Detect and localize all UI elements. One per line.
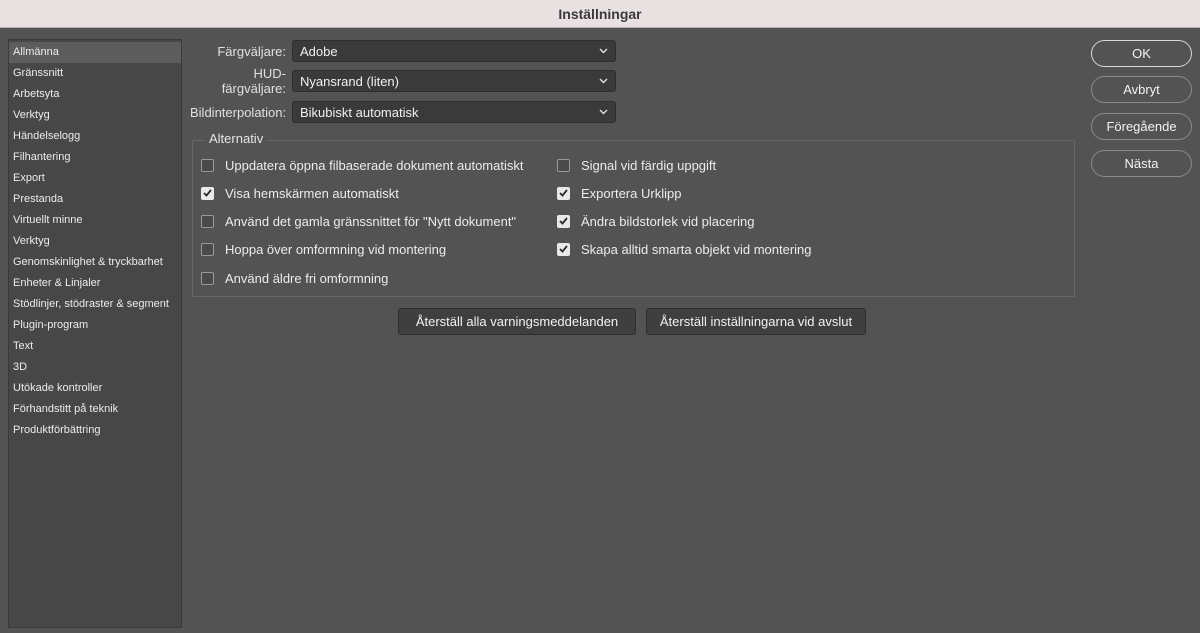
color-picker-select[interactable]: Adobe xyxy=(292,40,616,62)
sidebar-item-type[interactable]: Text xyxy=(9,336,181,357)
sidebar-item-general[interactable]: Allmänna xyxy=(9,42,181,63)
reset-warnings-button[interactable]: Återställ alla varningsmeddelanden xyxy=(398,308,636,335)
checkbox[interactable] xyxy=(201,158,214,172)
sidebar-item-plugins[interactable]: Plugin-program xyxy=(9,315,181,336)
ok-button[interactable]: OK xyxy=(1091,40,1192,67)
title-bar: Inställningar xyxy=(0,0,1200,28)
option-label: Hoppa över omformning vid montering xyxy=(225,241,447,257)
option-label: Ändra bildstorlek vid placering xyxy=(581,213,755,229)
checkbox[interactable] xyxy=(557,186,570,200)
options-legend: Alternativ xyxy=(204,131,269,146)
checkbox[interactable] xyxy=(201,242,214,256)
sidebar-item-technology-previews[interactable]: Förhandstitt på teknik xyxy=(9,399,181,420)
hud-color-picker-value: Nyansrand (liten) xyxy=(300,73,399,89)
option-resize-on-place[interactable]: Ändra bildstorlek vid placering xyxy=(557,212,754,230)
checkmark-icon xyxy=(559,217,568,225)
sidebar-item-enhanced-controls[interactable]: Utökade kontroller xyxy=(9,378,181,399)
sidebar-item-file-handling[interactable]: Filhantering xyxy=(9,147,181,168)
checkbox[interactable] xyxy=(201,214,214,228)
sidebar-item-guides-grid-slices[interactable]: Stödlinjer, stödraster & segment xyxy=(9,294,181,315)
option-label: Visa hemskärmen automatiskt xyxy=(225,185,399,201)
sidebar-item-history-log[interactable]: Händelselogg xyxy=(9,126,181,147)
checkbox[interactable] xyxy=(201,186,214,200)
hud-color-picker-select[interactable]: Nyansrand (liten) xyxy=(292,70,616,92)
sidebar-item-3d[interactable]: 3D xyxy=(9,357,181,378)
hud-color-picker-row: HUD-färgväljare: Nyansrand (liten) xyxy=(190,66,616,96)
option-legacy-new-document[interactable]: Använd det gamla gränssnittet för "Nytt … xyxy=(201,212,516,230)
option-always-smart-objects[interactable]: Skapa alltid smarta objekt vid montering xyxy=(557,240,812,258)
preferences-sidebar: Allmänna Gränssnitt Arbetsyta Verktyg Hä… xyxy=(8,39,182,628)
option-legacy-free-transform[interactable]: Använd äldre fri omformning xyxy=(201,269,388,287)
checkmark-icon xyxy=(559,189,568,197)
checkbox[interactable] xyxy=(557,158,570,172)
sidebar-item-export[interactable]: Export xyxy=(9,168,181,189)
color-picker-label: Färgväljare: xyxy=(217,43,286,59)
option-beep-when-done[interactable]: Signal vid färdig uppgift xyxy=(557,156,716,174)
sidebar-item-transparency-gamut[interactable]: Genomskinlighet & tryckbarhet xyxy=(9,252,181,273)
chevron-down-icon xyxy=(598,46,608,56)
checkbox[interactable] xyxy=(557,242,570,256)
option-label: Exportera Urklipp xyxy=(581,185,682,201)
color-picker-row: Färgväljare: Adobe xyxy=(190,40,616,62)
checkbox[interactable] xyxy=(557,214,570,228)
sidebar-item-performance[interactable]: Prestanda xyxy=(9,189,181,210)
image-interpolation-label: Bildinterpolation: xyxy=(190,104,287,120)
option-label: Signal vid färdig uppgift xyxy=(581,157,717,173)
image-interpolation-row: Bildinterpolation: Bikubiskt automatisk xyxy=(190,101,616,123)
previous-button[interactable]: Föregående xyxy=(1091,113,1192,140)
window-title: Inställningar xyxy=(558,5,642,22)
hud-color-picker-label: HUD-färgväljare: xyxy=(221,66,286,96)
image-interpolation-select[interactable]: Bikubiskt automatisk xyxy=(292,101,616,123)
image-interpolation-value: Bikubiskt automatisk xyxy=(300,104,419,120)
option-skip-transform-on-place[interactable]: Hoppa över omformning vid montering xyxy=(201,240,446,258)
color-picker-value: Adobe xyxy=(300,43,338,59)
chevron-down-icon xyxy=(598,76,608,86)
checkmark-icon xyxy=(559,245,568,253)
sidebar-item-units-rulers[interactable]: Enheter & Linjaler xyxy=(9,273,181,294)
option-auto-update-docs[interactable]: Uppdatera öppna filbaserade dokument aut… xyxy=(201,156,523,174)
sidebar-item-interface[interactable]: Gränssnitt xyxy=(9,63,181,84)
checkmark-icon xyxy=(203,189,212,197)
cancel-button[interactable]: Avbryt xyxy=(1091,76,1192,103)
reset-on-quit-button[interactable]: Återställ inställningarna vid avslut xyxy=(646,308,866,335)
sidebar-item-product-improvement[interactable]: Produktförbättring xyxy=(9,420,181,441)
next-button[interactable]: Nästa xyxy=(1091,150,1192,177)
option-label: Använd det gamla gränssnittet för "Nytt … xyxy=(225,213,517,229)
option-export-clipboard[interactable]: Exportera Urklipp xyxy=(557,184,681,202)
option-label: Skapa alltid smarta objekt vid montering xyxy=(581,241,812,257)
option-label: Uppdatera öppna filbaserade dokument aut… xyxy=(225,157,524,173)
option-show-home-screen[interactable]: Visa hemskärmen automatiskt xyxy=(201,184,399,202)
sidebar-item-workspace[interactable]: Arbetsyta xyxy=(9,84,181,105)
checkbox[interactable] xyxy=(201,271,214,285)
sidebar-item-scratch-disks[interactable]: Virtuellt minne xyxy=(9,210,181,231)
sidebar-item-tools[interactable]: Verktyg xyxy=(9,105,181,126)
option-label: Använd äldre fri omformning xyxy=(225,270,389,286)
sidebar-item-tools-2[interactable]: Verktyg xyxy=(9,231,181,252)
chevron-down-icon xyxy=(598,107,608,117)
